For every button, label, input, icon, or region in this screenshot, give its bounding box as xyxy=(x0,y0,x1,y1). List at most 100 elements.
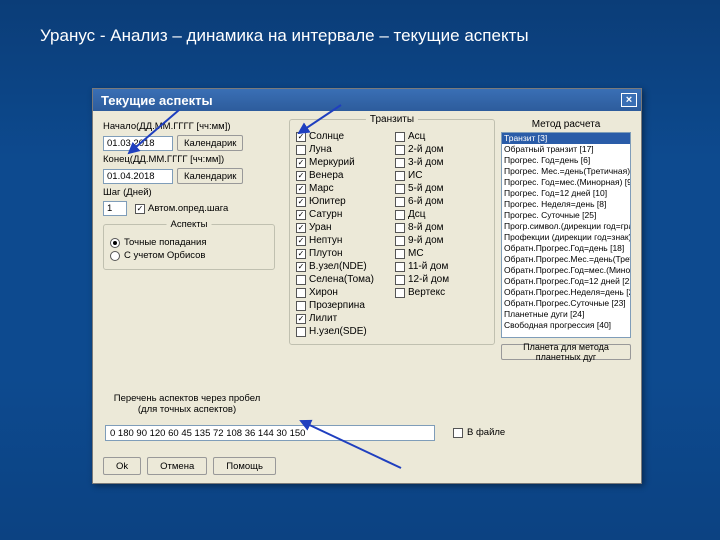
transit-label: Солнце xyxy=(309,131,344,142)
transit-checkbox[interactable] xyxy=(395,236,405,246)
transit-checkbox[interactable] xyxy=(296,197,306,207)
method-item[interactable]: Планетные дуги [24] xyxy=(502,309,630,320)
transit-checkbox-row: 3-й дом xyxy=(395,156,488,169)
calendar-end-button[interactable]: Календарик xyxy=(177,168,243,184)
calendar-start-button[interactable]: Календарик xyxy=(177,135,243,151)
transit-label: Луна xyxy=(309,144,332,155)
transit-label: Прозерпина xyxy=(309,300,365,311)
transit-checkbox-row: МС xyxy=(395,247,488,260)
method-item[interactable]: Обратн.Прогрес.Суточные [23] xyxy=(502,298,630,309)
method-item[interactable]: Обратн.Прогрес.Год=мес.(Минорная) [21] xyxy=(502,265,630,276)
label-exact: Точные попадания xyxy=(124,237,206,248)
method-item[interactable]: Прогрес. Суточные [25] xyxy=(502,210,630,221)
transit-checkbox[interactable] xyxy=(296,262,306,272)
transit-checkbox-row: Вертекс xyxy=(395,286,488,299)
ok-button[interactable]: Ok xyxy=(103,457,141,475)
transit-label: Венера xyxy=(309,170,343,181)
start-date-input[interactable] xyxy=(103,136,173,151)
transit-label: Плутон xyxy=(309,248,343,259)
method-item[interactable]: Прогрес. Неделя=день [8] xyxy=(502,199,630,210)
transit-checkbox[interactable] xyxy=(296,184,306,194)
label-aspect-list: Перечень аспектов через пробел (для точн… xyxy=(107,393,267,416)
transit-checkbox[interactable] xyxy=(296,145,306,155)
end-date-input[interactable] xyxy=(103,169,173,184)
method-item[interactable]: Обратн.Прогрес.Мес.=день(Третичная) [19] xyxy=(502,254,630,265)
method-item[interactable]: Прогр.символ.(дирекции год=град) [11] xyxy=(502,221,630,232)
method-item[interactable]: Прогрес. Год=мес.(Минорная) [9] xyxy=(502,177,630,188)
transit-checkbox[interactable] xyxy=(296,314,306,324)
transit-checkbox-row: Юпитер xyxy=(296,195,389,208)
transit-checkbox[interactable] xyxy=(296,223,306,233)
label-in-file: В файле xyxy=(467,427,505,438)
transit-checkbox-row: Нептун xyxy=(296,234,389,247)
method-item[interactable]: Прогрес. Год=12 дней [10] xyxy=(502,188,630,199)
transit-checkbox[interactable] xyxy=(395,223,405,233)
aspect-list-input[interactable] xyxy=(105,425,435,441)
panel-method: Метод расчета Транзит [3]Обратный транзи… xyxy=(501,119,631,360)
transit-checkbox-row: 8-й дом xyxy=(395,221,488,234)
transit-checkbox[interactable] xyxy=(296,236,306,246)
transit-label: 2-й дом xyxy=(408,144,444,155)
transit-checkbox[interactable] xyxy=(296,132,306,142)
transit-checkbox-row: ИС xyxy=(395,169,488,182)
method-item[interactable]: Обратный транзит [17] xyxy=(502,144,630,155)
transit-checkbox[interactable] xyxy=(395,249,405,259)
dialog-current-aspects: Текущие аспекты × Начало(ДД.ММ.ГГГГ [чч:… xyxy=(92,88,642,484)
in-file-checkbox[interactable] xyxy=(453,428,463,438)
transit-checkbox[interactable] xyxy=(296,288,306,298)
transit-label: 5-й дом xyxy=(408,183,444,194)
transit-checkbox[interactable] xyxy=(296,275,306,285)
method-item[interactable]: Обратн.Прогрес.Неделя=день [20] xyxy=(502,287,630,298)
transit-checkbox[interactable] xyxy=(296,158,306,168)
group-aspects: Аспекты Точные попадания С учетом Орбисо… xyxy=(103,224,275,270)
transit-label: 6-й дом xyxy=(408,196,444,207)
transit-label: 9-й дом xyxy=(408,235,444,246)
transit-checkbox[interactable] xyxy=(395,197,405,207)
method-item[interactable]: Обратн.Прогрес.Год=12 дней [22] xyxy=(502,276,630,287)
transit-checkbox[interactable] xyxy=(395,145,405,155)
method-item[interactable]: Профекции (дирекции год=знак)[12] xyxy=(502,232,630,243)
transit-checkbox[interactable] xyxy=(296,327,306,337)
transit-checkbox[interactable] xyxy=(395,210,405,220)
transit-checkbox[interactable] xyxy=(395,171,405,181)
transit-checkbox[interactable] xyxy=(395,158,405,168)
transit-label: 11-й дом xyxy=(408,261,448,272)
transit-checkbox-row: 12-й дом xyxy=(395,273,488,286)
transit-checkbox-row: 2-й дом xyxy=(395,143,488,156)
transit-checkbox[interactable] xyxy=(296,171,306,181)
method-item[interactable]: Прогрес. Мес.=день(Третичная) [7] xyxy=(502,166,630,177)
transit-label: МС xyxy=(408,248,424,259)
transit-checkbox-row: Венера xyxy=(296,169,389,182)
method-item[interactable]: Прогрес. Год=день [6] xyxy=(502,155,630,166)
transit-checkbox[interactable] xyxy=(395,132,405,142)
cancel-button[interactable]: Отмена xyxy=(147,457,207,475)
method-item[interactable]: Обратн.Прогрес.Год=день [18] xyxy=(502,243,630,254)
slide-title: Уранус - Анализ – динамика на интервале … xyxy=(40,26,529,46)
transit-checkbox-row: 5-й дом xyxy=(395,182,488,195)
titlebar: Текущие аспекты × xyxy=(93,89,641,111)
help-button[interactable]: Помощь xyxy=(213,457,276,475)
transit-label: ИС xyxy=(408,170,422,181)
transit-checkbox[interactable] xyxy=(296,210,306,220)
transit-checkbox[interactable] xyxy=(395,262,405,272)
step-input[interactable] xyxy=(103,201,127,216)
method-item[interactable]: Свободная прогрессия [40] xyxy=(502,320,630,331)
transit-checkbox[interactable] xyxy=(296,249,306,259)
radio-orbs[interactable] xyxy=(110,251,120,261)
method-listbox[interactable]: Транзит [3]Обратный транзит [17]Прогрес.… xyxy=(501,132,631,338)
planet-arc-button[interactable]: Планета для метода планетных дуг xyxy=(501,344,631,360)
transit-checkbox[interactable] xyxy=(395,184,405,194)
transit-checkbox-row: Луна xyxy=(296,143,389,156)
radio-exact[interactable] xyxy=(110,238,120,248)
transit-checkbox[interactable] xyxy=(296,301,306,311)
transit-checkbox[interactable] xyxy=(395,288,405,298)
method-item[interactable]: Транзит [3] xyxy=(502,133,630,144)
transit-label: Юпитер xyxy=(309,196,346,207)
transit-checkbox[interactable] xyxy=(395,275,405,285)
transit-label: 12-й дом xyxy=(408,274,449,285)
transit-label: Меркурий xyxy=(309,157,355,168)
label-orbs: С учетом Орбисов xyxy=(124,250,205,261)
auto-step-checkbox[interactable] xyxy=(135,204,145,214)
transit-checkbox-row: Лилит xyxy=(296,312,389,325)
close-icon[interactable]: × xyxy=(621,93,637,107)
